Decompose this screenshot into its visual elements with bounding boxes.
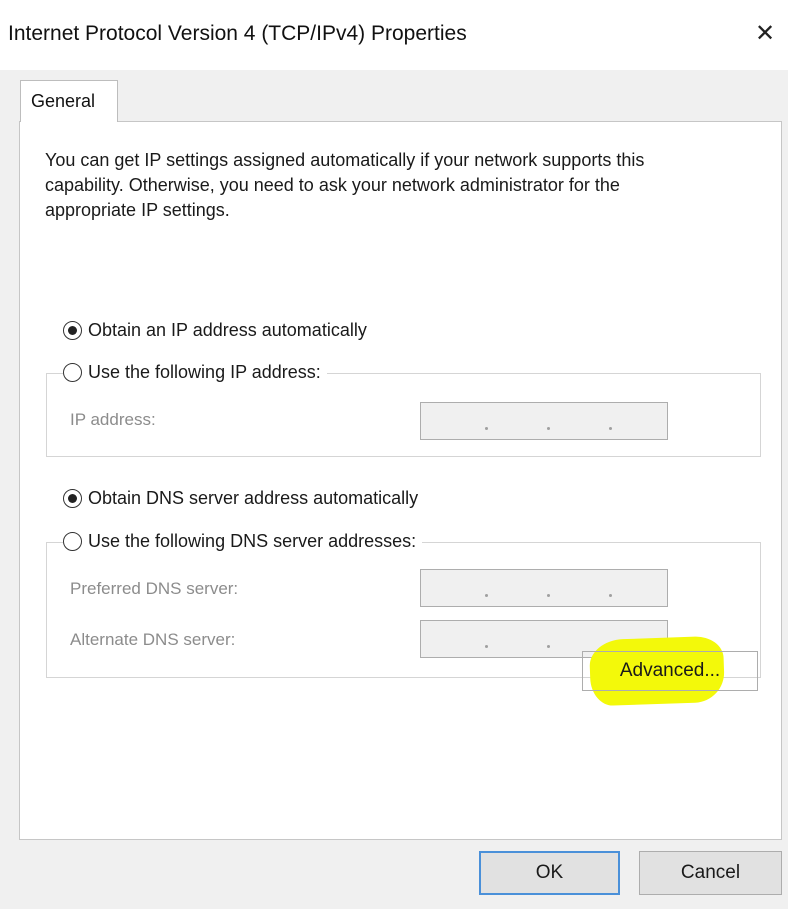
ip-address-label: IP address: — [70, 410, 156, 429]
close-icon: ✕ — [754, 19, 776, 47]
ip-octet-separator — [609, 594, 612, 597]
radio-obtain-ip-auto-label: Obtain an IP address automatically — [88, 320, 367, 340]
radio-obtain-dns-auto-indicator[interactable] — [63, 489, 82, 508]
ip-octet-separator — [485, 427, 488, 430]
ip-address-field[interactable] — [420, 402, 668, 440]
preferred-dns-label: Preferred DNS server: — [70, 579, 239, 598]
title-bar: Internet Protocol Version 4 (TCP/IPv4) P… — [0, 0, 788, 70]
ip-octet-separator — [547, 645, 550, 648]
advanced-button[interactable]: Advanced... — [582, 651, 758, 691]
radio-obtain-ip-auto[interactable]: Obtain an IP address automatically — [63, 320, 373, 341]
dialog-body: General You can get IP settings assigned… — [0, 70, 788, 909]
radio-obtain-dns-auto[interactable]: Obtain DNS server address automatically — [63, 488, 425, 509]
radio-obtain-dns-auto-label: Obtain DNS server address automatically — [88, 488, 419, 508]
radio-use-following-dns-label: Use the following DNS server addresses: — [88, 531, 417, 551]
advanced-button-label: Advanced... — [619, 660, 721, 681]
tab-general-label: General — [31, 91, 96, 111]
radio-use-following-dns[interactable]: Use the following DNS server addresses: — [63, 531, 423, 552]
intro-text: You can get IP settings assigned automat… — [45, 150, 645, 220]
preferred-dns-field[interactable] — [420, 569, 668, 607]
radio-use-following-ip-indicator[interactable] — [63, 363, 82, 382]
ip-octet-separator — [547, 427, 550, 430]
cancel-button-label: Cancel — [680, 862, 741, 883]
close-button[interactable]: ✕ — [748, 16, 782, 50]
tab-general[interactable]: General — [20, 80, 118, 122]
radio-use-following-dns-indicator[interactable] — [63, 532, 82, 551]
ok-button[interactable]: OK — [479, 851, 620, 895]
ok-button-label: OK — [535, 862, 564, 883]
ip-octet-separator — [485, 645, 488, 648]
alternate-dns-label: Alternate DNS server: — [70, 630, 236, 649]
radio-use-following-ip-label: Use the following IP address: — [88, 362, 321, 382]
window-title: Internet Protocol Version 4 (TCP/IPv4) P… — [8, 22, 467, 45]
cancel-button[interactable]: Cancel — [639, 851, 782, 895]
ip-octet-separator — [485, 594, 488, 597]
ip-octet-separator — [609, 427, 612, 430]
radio-obtain-ip-auto-indicator[interactable] — [63, 321, 82, 340]
ip-octet-separator — [547, 594, 550, 597]
general-panel: You can get IP settings assigned automat… — [19, 121, 782, 840]
radio-use-following-ip[interactable]: Use the following IP address: — [63, 362, 327, 383]
